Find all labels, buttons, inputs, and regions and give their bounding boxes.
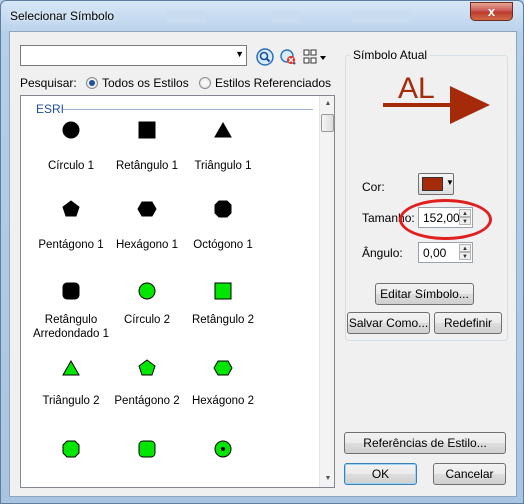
symbol-list[interactable]: ESRI Círculo 1 Retângulo 1 Triângulo 1 Pent…	[20, 95, 335, 488]
current-symbol-title: Símbolo Atual	[350, 48, 431, 62]
symbol-square-icon	[138, 121, 156, 139]
symbol-pentagon-icon	[138, 359, 156, 376]
chevron-down-icon[interactable]: ▼	[235, 49, 244, 59]
symbol-label: Triângulo 2	[42, 395, 100, 407]
clear-search-icon[interactable]	[279, 48, 297, 66]
symbol-preview: AL	[383, 72, 490, 124]
scroll-up-icon[interactable]: ▲	[320, 96, 334, 112]
symbol-circle-dot-icon	[214, 440, 232, 458]
symbol-item[interactable]: Círculo 2	[107, 281, 187, 341]
edit-symbol-button[interactable]: Editar Símbolo...	[375, 283, 474, 305]
symbol-pentagon-icon	[62, 200, 80, 217]
symbol-label: Triângulo 1	[194, 160, 252, 172]
symbol-label: Pentágono 1	[38, 239, 104, 251]
vertical-scrollbar[interactable]: ▲ ▼	[319, 96, 334, 487]
symbol-label: Círculo 1	[47, 160, 95, 172]
radio-referenced-styles[interactable]	[199, 77, 211, 89]
symbol-label: Retângulo 1	[115, 160, 179, 172]
search-combobox[interactable]: ▼	[20, 45, 247, 66]
angle-label: Ângulo:	[362, 246, 403, 260]
radio-referenced-styles-label[interactable]: Estilos Referenciados	[215, 76, 331, 90]
background-tab	[271, 11, 301, 23]
close-button[interactable]: x	[470, 2, 513, 21]
symbol-hexagon-icon	[213, 360, 233, 376]
radio-all-styles-label[interactable]: Todos os Estilos	[102, 76, 189, 90]
radio-all-styles[interactable]	[86, 77, 98, 89]
preview-label: AL	[398, 72, 435, 105]
color-picker-button[interactable]: ▼	[418, 173, 454, 195]
angle-up-icon[interactable]: ▲	[459, 244, 471, 252]
reset-button[interactable]: Redefinir	[434, 312, 502, 334]
preview-arrow-head	[450, 86, 490, 124]
title-bar[interactable]: Selecionar Símbolo x	[1, 1, 523, 31]
search-icon[interactable]	[256, 48, 274, 66]
save-as-button[interactable]: Salvar Como...	[347, 312, 430, 334]
ok-button[interactable]: OK	[344, 463, 417, 485]
symbol-item[interactable]: Retângulo Arredondado 1	[31, 281, 111, 341]
background-tab	[351, 11, 411, 23]
close-icon: x	[487, 4, 496, 19]
search-label: Pesquisar:	[20, 76, 77, 90]
symbol-item[interactable]: Círculo 1	[31, 120, 111, 180]
symbol-item[interactable]: Retângulo 2	[183, 281, 263, 341]
style-group-header: ESRI	[36, 102, 65, 116]
symbol-item[interactable]: Retângulo 1	[107, 120, 187, 180]
symbol-label: Octógono 1	[193, 239, 253, 251]
symbol-circle-icon	[138, 282, 156, 300]
dialog-client: ▼ Pesquisar: Todos os Estilos Estilos Re…	[9, 31, 517, 497]
symbol-label: Retângulo Arredondado 1	[32, 314, 110, 340]
symbol-item[interactable]: Triângulo 1	[183, 120, 263, 180]
color-swatch	[422, 177, 443, 191]
symbol-item[interactable]	[183, 439, 263, 487]
symbol-item[interactable]	[107, 439, 187, 487]
window-title: Selecionar Símbolo	[10, 9, 115, 23]
symbol-rounded-square-icon	[138, 440, 156, 458]
chevron-down-icon: ▼	[446, 178, 454, 187]
angle-value[interactable]: 0,00	[423, 246, 446, 260]
symbol-item[interactable]: Hexágono 1	[107, 199, 187, 259]
group-divider	[63, 109, 313, 110]
angle-down-icon[interactable]: ▼	[459, 252, 471, 260]
symbol-label: Hexágono 1	[115, 239, 179, 251]
scroll-thumb[interactable]	[321, 114, 334, 132]
dialog-window: Selecionar Símbolo x ▼ Pesquisar: Todos …	[0, 0, 524, 504]
symbol-octagon-icon	[62, 440, 80, 458]
color-label: Cor:	[362, 180, 385, 194]
symbol-item[interactable]: Pentágono 2	[107, 358, 187, 418]
symbol-label: Hexágono 2	[191, 395, 255, 407]
symbol-label: Círculo 2	[123, 314, 171, 326]
symbol-triangle-icon	[62, 359, 80, 376]
symbol-circle-icon	[62, 121, 80, 139]
symbol-item[interactable]: Triângulo 2	[31, 358, 111, 418]
cancel-button[interactable]: Cancelar	[433, 463, 506, 485]
symbol-item[interactable]: Hexágono 2	[183, 358, 263, 418]
symbol-hexagon-icon	[137, 201, 157, 217]
symbol-item[interactable]	[31, 439, 111, 487]
highlight-ellipse	[399, 199, 492, 240]
scroll-down-icon[interactable]: ▼	[320, 471, 334, 487]
symbol-label: Pentágono 2	[114, 395, 180, 407]
symbol-item[interactable]: Octógono 1	[183, 199, 263, 259]
symbol-octagon-icon	[214, 200, 232, 218]
symbol-triangle-icon	[214, 121, 232, 138]
symbol-rounded-square-icon	[62, 282, 80, 300]
view-options-icon[interactable]	[303, 48, 327, 66]
angle-stepper[interactable]: 0,00 ▲ ▼	[418, 242, 473, 263]
symbol-square-icon	[214, 282, 232, 300]
symbol-label: Retângulo 2	[191, 314, 255, 326]
style-references-button[interactable]: Referências de Estilo...	[344, 432, 506, 454]
background-tab	[166, 11, 206, 23]
symbol-item[interactable]: Pentágono 1	[31, 199, 111, 259]
